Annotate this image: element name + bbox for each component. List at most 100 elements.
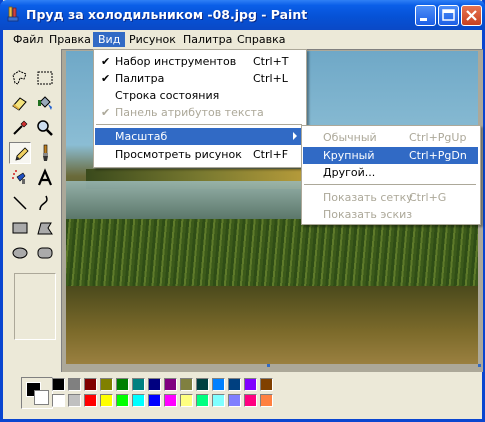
pick-color-tool[interactable] bbox=[9, 117, 31, 139]
text-tool[interactable] bbox=[34, 167, 56, 189]
palette-swatch[interactable] bbox=[212, 394, 225, 407]
airbrush-icon bbox=[12, 170, 26, 184]
palette-swatch[interactable] bbox=[164, 394, 177, 407]
ellipse-icon bbox=[12, 247, 28, 259]
eraser-tool[interactable] bbox=[9, 92, 31, 114]
submenu-arrow-icon bbox=[293, 132, 297, 140]
menu-item-label: Другой... bbox=[323, 166, 376, 179]
resize-handle-corner[interactable] bbox=[478, 364, 481, 367]
brush-icon bbox=[43, 144, 48, 161]
curve-tool[interactable] bbox=[34, 192, 56, 214]
text-icon bbox=[37, 168, 53, 186]
minimize-icon bbox=[420, 18, 427, 21]
menu-image[interactable]: Рисунок bbox=[124, 32, 181, 47]
palette-swatch[interactable] bbox=[180, 394, 193, 407]
palette-swatch[interactable] bbox=[52, 378, 65, 391]
palette-swatch[interactable] bbox=[212, 378, 225, 391]
menu-item-shortcut: Ctrl+PgUp bbox=[409, 131, 467, 144]
palette-swatch[interactable] bbox=[196, 378, 209, 391]
zoom-submenu: Обычный Ctrl+PgUp Крупный Ctrl+PgDn Друг… bbox=[301, 125, 481, 225]
palette-swatch[interactable] bbox=[148, 394, 161, 407]
pencil-tool[interactable] bbox=[9, 142, 31, 164]
fill-tool[interactable] bbox=[34, 92, 56, 114]
magnifier-tool[interactable] bbox=[34, 117, 56, 139]
menu-item-shortcut: Ctrl+G bbox=[409, 191, 447, 204]
select-icon bbox=[37, 71, 53, 85]
menu-item-shortcut: Ctrl+PgDn bbox=[409, 149, 467, 162]
current-colors[interactable] bbox=[21, 377, 53, 409]
palette-swatch[interactable] bbox=[244, 394, 257, 407]
menu-item-toolbox[interactable]: ✔ Набор инструментов Ctrl+T bbox=[95, 53, 304, 70]
rounded-rectangle-icon bbox=[37, 247, 53, 259]
palette-swatch[interactable] bbox=[164, 378, 177, 391]
ellipse-tool[interactable] bbox=[9, 242, 31, 264]
palette-swatch[interactable] bbox=[132, 378, 145, 391]
minimize-button[interactable] bbox=[415, 5, 436, 26]
menu-item-label: Масштаб bbox=[115, 130, 168, 143]
title-bar[interactable]: Пруд за холодильником -08.jpg - Paint bbox=[0, 0, 485, 30]
menu-item-zoom[interactable]: Масштаб bbox=[95, 128, 304, 145]
palette-swatch[interactable] bbox=[116, 394, 129, 407]
close-button[interactable] bbox=[461, 5, 482, 26]
palette-swatch[interactable] bbox=[132, 394, 145, 407]
menu-item-label: Крупный bbox=[323, 149, 375, 162]
resize-handle-bottom[interactable] bbox=[267, 364, 270, 367]
menu-item-label: Показать сетку bbox=[323, 191, 413, 204]
palette-swatch[interactable] bbox=[260, 394, 273, 407]
palette-swatch[interactable] bbox=[100, 394, 113, 407]
select-tool[interactable] bbox=[34, 67, 56, 89]
palette-swatch[interactable] bbox=[100, 378, 113, 391]
palette-swatch[interactable] bbox=[196, 394, 209, 407]
menu-item-normal-size: Обычный Ctrl+PgUp bbox=[303, 129, 478, 146]
palette-swatch[interactable] bbox=[84, 394, 97, 407]
palette-swatch[interactable] bbox=[180, 378, 193, 391]
palette-swatch[interactable] bbox=[116, 378, 129, 391]
menu-separator bbox=[304, 184, 476, 185]
menu-item-show-grid: Показать сетку Ctrl+G bbox=[303, 189, 478, 206]
menu-item-label: Строка состояния bbox=[115, 89, 220, 102]
rectangle-tool[interactable] bbox=[9, 217, 31, 239]
menu-item-label: Палитра bbox=[115, 72, 165, 85]
palette-swatch[interactable] bbox=[68, 378, 81, 391]
polygon-tool[interactable] bbox=[34, 217, 56, 239]
menu-item-palette[interactable]: ✔ Палитра Ctrl+L bbox=[95, 70, 304, 87]
palette-swatch[interactable] bbox=[84, 378, 97, 391]
close-icon bbox=[466, 10, 477, 21]
menu-item-shortcut: Ctrl+F bbox=[253, 148, 289, 161]
palette-swatch[interactable] bbox=[244, 378, 257, 391]
menu-item-status-bar[interactable]: Строка состояния bbox=[95, 87, 304, 104]
window-title: Пруд за холодильником -08.jpg - Paint bbox=[26, 7, 308, 22]
menu-item-custom[interactable]: Другой... bbox=[303, 164, 478, 181]
menu-edit[interactable]: Правка bbox=[44, 32, 96, 47]
palette-swatch[interactable] bbox=[260, 378, 273, 391]
fill-icon bbox=[38, 96, 52, 110]
check-icon: ✔ bbox=[101, 55, 111, 68]
menu-item-large-size[interactable]: Крупный Ctrl+PgDn bbox=[303, 147, 478, 164]
canvas-ground bbox=[66, 286, 478, 364]
eraser-icon bbox=[12, 97, 27, 111]
palette-swatch[interactable] bbox=[68, 394, 81, 407]
airbrush-tool[interactable] bbox=[9, 167, 31, 189]
palette-swatch[interactable] bbox=[52, 394, 65, 407]
menu-view[interactable]: Вид bbox=[93, 32, 126, 47]
line-icon bbox=[13, 196, 27, 210]
brush-tool[interactable] bbox=[34, 142, 56, 164]
menu-item-shortcut: Ctrl+T bbox=[253, 55, 289, 68]
background-color bbox=[34, 390, 49, 405]
polygon-icon bbox=[37, 222, 53, 235]
palette-swatch[interactable] bbox=[148, 378, 161, 391]
check-icon: ✔ bbox=[101, 106, 111, 119]
tool-options-box[interactable] bbox=[14, 273, 56, 340]
menu-item-view-bitmap[interactable]: Просмотреть рисунок Ctrl+F bbox=[95, 146, 304, 163]
palette-swatch[interactable] bbox=[228, 378, 241, 391]
menu-separator bbox=[96, 124, 302, 125]
menu-colors[interactable]: Палитра bbox=[178, 32, 237, 47]
line-tool[interactable] bbox=[9, 192, 31, 214]
palette-swatch[interactable] bbox=[228, 394, 241, 407]
free-form-select-tool[interactable] bbox=[9, 67, 31, 89]
maximize-button[interactable] bbox=[438, 5, 459, 26]
menu-help[interactable]: Справка bbox=[232, 32, 290, 47]
menu-file[interactable]: Файл bbox=[8, 32, 48, 47]
canvas-grass bbox=[66, 219, 478, 289]
rounded-rectangle-tool[interactable] bbox=[34, 242, 56, 264]
